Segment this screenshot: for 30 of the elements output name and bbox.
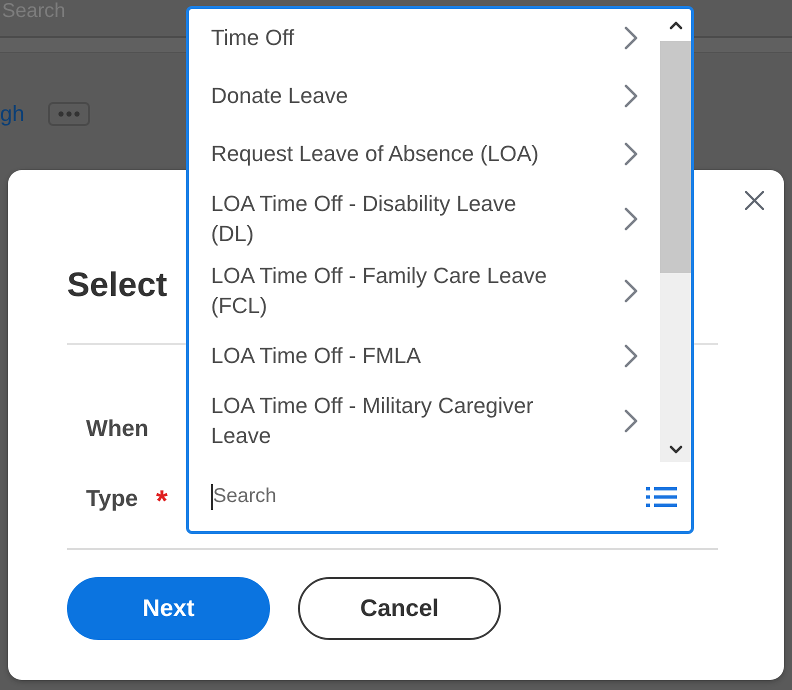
scrollbar-thumb[interactable] [660, 41, 691, 273]
list-icon [646, 486, 676, 506]
menu-item[interactable]: LOA Time Off - Family Care Leave (FCL) [189, 255, 660, 327]
list-view-button[interactable] [645, 484, 677, 508]
close-button[interactable] [742, 188, 766, 212]
chevron-up-icon [668, 20, 682, 30]
scroll-up-button[interactable] [660, 9, 691, 41]
chevron-down-icon [668, 444, 682, 454]
chevron-right-icon [624, 207, 638, 231]
menu-item[interactable]: LOA Time Off - Disability Leave (DL) [189, 183, 660, 255]
chevron-right-icon [624, 409, 638, 433]
next-button[interactable]: Next [67, 577, 270, 640]
required-mark: * [156, 484, 168, 517]
menu-item[interactable]: LOA Time Off - FMLA [189, 327, 660, 385]
chevron-right-icon [624, 84, 638, 108]
menu-item[interactable]: Time Off [189, 9, 660, 67]
chevron-right-icon [624, 279, 638, 303]
field-label: Type [86, 484, 138, 512]
dialog-title: Select [67, 265, 168, 305]
chevron-right-icon [624, 344, 638, 368]
menu-item[interactable]: Request Leave of Absence (LOA) [189, 125, 660, 183]
close-icon [744, 190, 764, 210]
chevron-right-icon [624, 142, 638, 166]
chevron-right-icon [624, 26, 638, 50]
field-label: When [86, 414, 149, 442]
more-dots-icon [58, 111, 80, 117]
cancel-button[interactable]: Cancel [298, 577, 501, 640]
search-field[interactable]: Search [213, 480, 637, 514]
menu-item[interactable]: LOA Time Off - Military Caregiver Leave [189, 385, 660, 457]
menu-item[interactable]: Donate Leave [189, 67, 660, 125]
